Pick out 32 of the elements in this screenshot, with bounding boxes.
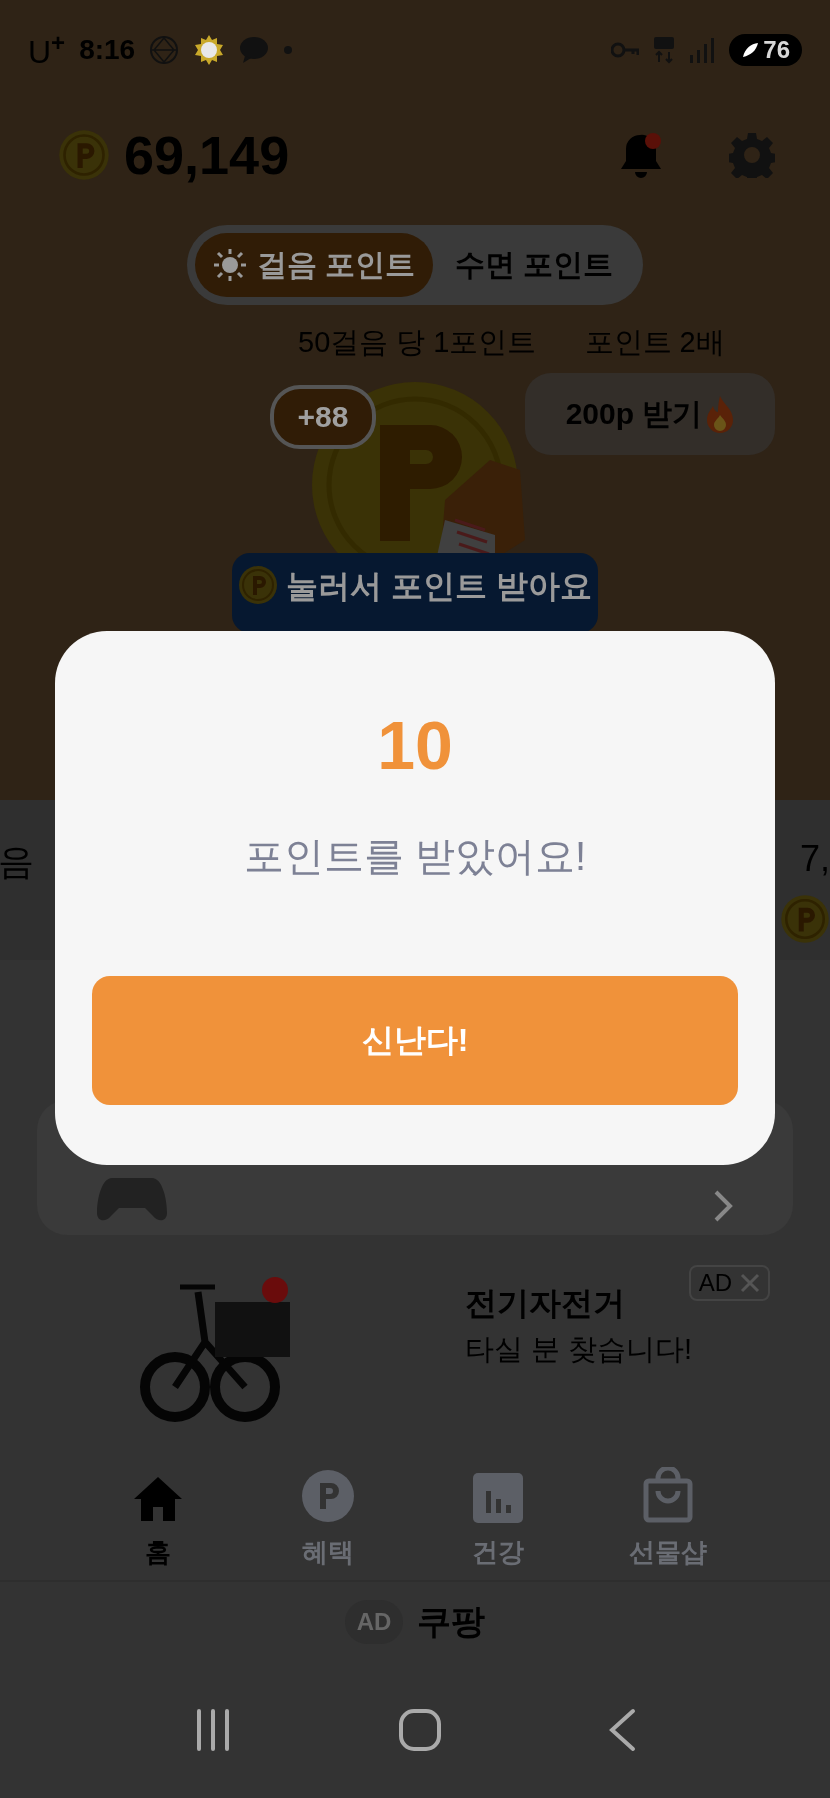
tooltip-bubble[interactable]: 눌러서 포인트 받아요 — [232, 553, 598, 633]
sun-icon — [212, 248, 247, 282]
gem-icon — [149, 35, 180, 65]
mode-tab[interactable]: 걸음 포인트 — [195, 233, 433, 297]
shopping-bag-icon — [643, 1467, 693, 1523]
mode-tab[interactable]: 수면 포인트 — [433, 233, 635, 297]
nav-tab[interactable]: 선물샵 — [583, 1467, 753, 1570]
nav-tab[interactable]: 건강 — [413, 1473, 583, 1570]
key-icon — [611, 42, 640, 58]
battery-indicator: 76 — [729, 34, 802, 66]
nav-tab[interactable]: 혜택 — [243, 1469, 413, 1570]
back-button[interactable] — [607, 1708, 638, 1752]
signal-icon — [689, 37, 716, 63]
tooltip-text: 눌러서 포인트 받아요 — [286, 567, 592, 606]
confirm-button[interactable]: 신난다! — [92, 976, 738, 1105]
home-icon — [132, 1475, 184, 1523]
coin-icon — [58, 129, 110, 181]
reward-amount: 10 — [377, 711, 453, 779]
ad-badge: AD — [344, 1600, 404, 1644]
bonus-badge: +88 — [270, 385, 376, 449]
chat-bubble-icon — [239, 36, 270, 64]
dot-icon — [283, 45, 294, 55]
home-button[interactable] — [398, 1708, 442, 1752]
coin-icon — [780, 894, 830, 944]
sun-face-icon — [193, 34, 226, 66]
reward-message: 포인트를 받았어요! — [243, 833, 587, 880]
chart-icon — [473, 1473, 523, 1523]
chevron-right-icon[interactable] — [713, 1189, 733, 1223]
fire-icon — [706, 395, 735, 433]
coin-icon — [301, 1469, 355, 1523]
mobile-data-icon — [653, 36, 676, 64]
coin-icon — [238, 565, 279, 605]
